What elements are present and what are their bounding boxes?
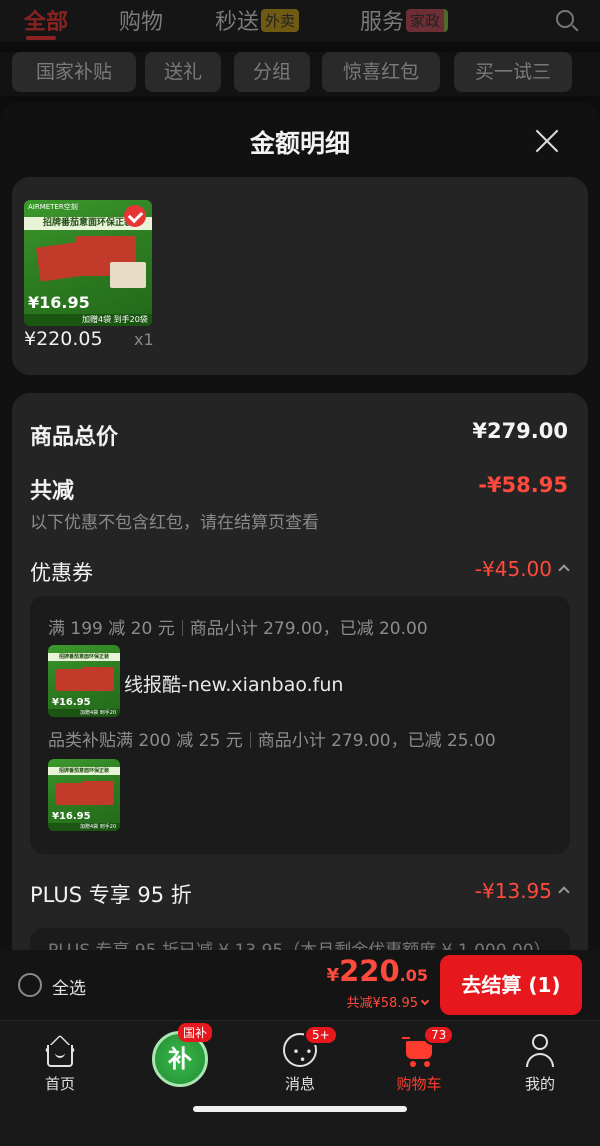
home-indicator xyxy=(193,1106,407,1112)
thumb-headline: 招牌番茄意面环保正装 xyxy=(48,653,120,661)
coupon-detail-box: 满 199 减 20 元商品小计 279.00，已减 20.00 招牌番茄意面环… xyxy=(30,596,570,854)
top-tab-shopping[interactable]: 购物 xyxy=(119,4,163,36)
coupon-value: -¥45.00 xyxy=(474,557,552,581)
bottom-tab-bar: 首页 补 国补 • • • 5+ 消息 73 购物车 我的 xyxy=(0,1020,600,1146)
coupon-item: 满 199 减 20 元商品小计 279.00，已减 20.00 xyxy=(48,614,428,639)
currency-symbol: ¥ xyxy=(326,965,340,986)
tab-me-label: 我的 xyxy=(524,1075,555,1093)
coupon-product-thumbnail: 招牌番茄意面环保正装 ¥16.95 加赠4袋 到手20袋 xyxy=(48,645,120,717)
checkout-total: ¥220.05 xyxy=(327,954,428,988)
divider xyxy=(249,732,251,748)
total-decimal: .05 xyxy=(399,966,428,985)
top-tab-service[interactable]: 服务 家政 xyxy=(360,4,449,36)
tab-me[interactable]: 我的 xyxy=(500,1033,580,1094)
cart-badge: 73 xyxy=(423,1025,455,1045)
chip-red-packet[interactable]: 惊喜红包 xyxy=(322,52,440,92)
tab-cart[interactable]: 73 购物车 xyxy=(379,1025,459,1094)
product-quantity: x1 xyxy=(134,330,154,349)
message-dots: • • • xyxy=(292,1045,314,1067)
select-all-label[interactable]: 全选 xyxy=(52,974,86,999)
coupon-detail: 商品小计 279.00，已减 25.00 xyxy=(257,731,496,751)
coupon-product-thumbnail: 招牌番茄意面环保正装 ¥16.95 加赠4袋 到手20袋 xyxy=(48,759,120,831)
chip-try-three[interactable]: 买一试三 xyxy=(454,52,572,92)
cart-wheel xyxy=(424,1061,430,1067)
thumb-promo: 加赠4袋 到手20袋 xyxy=(24,314,152,326)
coupon-detail: 商品小计 279.00，已减 20.00 xyxy=(189,619,428,639)
cart-handle xyxy=(402,1037,410,1039)
thumb-price: ¥16.95 xyxy=(52,697,91,708)
coupon-item: 品类补贴满 200 减 25 元商品小计 279.00，已减 25.00 xyxy=(48,726,496,751)
cart-wheel xyxy=(410,1061,416,1067)
coupon-row-toggle[interactable]: -¥45.00 xyxy=(474,557,570,581)
tab-home-label: 首页 xyxy=(44,1075,75,1093)
coupon-rule: 品类补贴满 200 减 25 元 xyxy=(48,731,243,751)
saved-amount: 共减¥58.95 xyxy=(346,996,419,1011)
saved-amount-toggle[interactable]: 共减¥58.95 xyxy=(346,992,430,1011)
user-shoulders xyxy=(526,1053,554,1067)
plus-discount-label: PLUS 专享 95 折 xyxy=(30,883,192,907)
thumb-brand: AIRMETER空刻 xyxy=(28,203,78,211)
product-thumbnail[interactable]: 招牌番茄意面环保正装 AIRMETER空刻 ¥16.95 加赠4袋 到手20袋 xyxy=(24,200,152,326)
total-reduce-label: 共减 xyxy=(30,479,75,504)
takeout-tag: 外卖 xyxy=(261,9,300,32)
user-icon xyxy=(523,1033,557,1067)
total-integer: 220 xyxy=(339,954,400,988)
watermark-text: 线报酷-new.xianbao.fun xyxy=(124,674,344,696)
coupon-rule: 满 199 减 20 元 xyxy=(48,619,175,639)
total-reduce-value: -¥58.95 xyxy=(478,473,568,497)
tab-messages[interactable]: • • • 5+ 消息 xyxy=(260,1025,340,1094)
tab-messages-label: 消息 xyxy=(284,1075,315,1093)
chevron-up-icon xyxy=(558,886,570,898)
thumb-price: ¥16.95 xyxy=(28,293,90,312)
top-nav: 全部 购物 秒送 外卖 服务 家政 xyxy=(0,0,600,42)
housekeeping-tag: 家政 xyxy=(406,9,449,32)
filter-chips: 国家补贴 送礼 分组 惊喜红包 买一试三 xyxy=(0,52,600,96)
chip-national-subsidy[interactable]: 国家补贴 xyxy=(12,52,136,92)
top-tab-delivery-label: 秒送 xyxy=(215,10,260,35)
red-packet-hint: 以下优惠不包含红包，请在结算页查看 xyxy=(30,513,319,533)
top-tab-all[interactable]: 全部 xyxy=(24,4,68,36)
message-badge: 5+ xyxy=(304,1025,338,1045)
search-icon[interactable] xyxy=(556,10,574,28)
divider xyxy=(181,620,183,636)
product-box-image xyxy=(82,781,114,805)
goods-total-value: ¥279.00 xyxy=(472,419,568,443)
product-box-image xyxy=(110,262,146,288)
product-box-image xyxy=(82,667,114,691)
user-head xyxy=(532,1034,548,1050)
top-tab-service-label: 服务 xyxy=(360,10,405,35)
active-tab-underline xyxy=(26,36,56,40)
subsidy-badge: 国补 xyxy=(178,1023,213,1042)
goods-total-label: 商品总价 xyxy=(30,425,119,450)
select-all-radio[interactable] xyxy=(18,973,42,997)
tab-home[interactable]: 首页 xyxy=(20,1033,100,1094)
coupon-label: 优惠券 xyxy=(30,561,93,585)
plus-row-toggle[interactable]: -¥13.95 xyxy=(474,879,570,903)
thumb-promo: 加赠4袋 到手20袋 xyxy=(48,823,120,831)
tab-cart-label: 购物车 xyxy=(396,1075,442,1093)
selected-check-icon[interactable] xyxy=(124,205,146,227)
chip-gift[interactable]: 送礼 xyxy=(145,52,221,92)
checkout-button[interactable]: 去结算 (1) xyxy=(440,955,582,1015)
checkout-bar: 全选 ¥220.05 共减¥58.95 去结算 (1) xyxy=(0,950,600,1020)
thumb-promo: 加赠4袋 到手20袋 xyxy=(48,709,120,717)
close-icon[interactable] xyxy=(534,128,560,154)
chip-group[interactable]: 分组 xyxy=(234,52,310,92)
thumb-price: ¥16.95 xyxy=(52,811,91,822)
plus-discount-value: -¥13.95 xyxy=(474,879,552,903)
chevron-up-icon xyxy=(558,564,570,576)
sheet-title: 金额明细 xyxy=(249,129,350,158)
chevron-down-icon xyxy=(420,996,430,1006)
thumb-headline: 招牌番茄意面环保正装 xyxy=(48,767,120,775)
product-price: ¥220.05 xyxy=(24,328,103,350)
product-card: 招牌番茄意面环保正装 AIRMETER空刻 ¥16.95 加赠4袋 到手20袋 … xyxy=(12,177,588,375)
home-icon xyxy=(43,1033,77,1067)
top-tab-delivery[interactable]: 秒送 外卖 xyxy=(215,4,300,36)
